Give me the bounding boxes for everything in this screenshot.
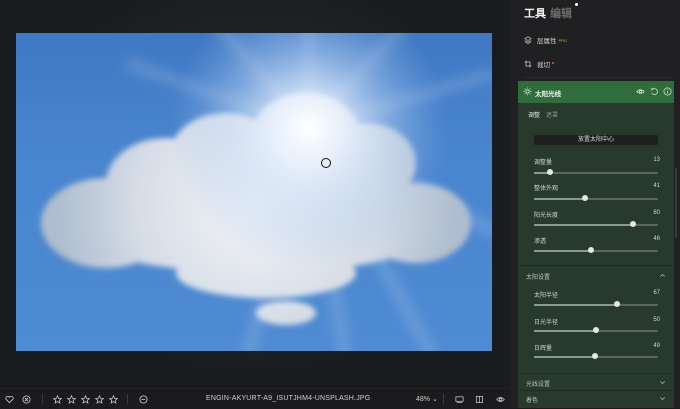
tab-tools[interactable]: 工具 — [524, 8, 546, 20]
sun-rays-effect-card: 太阳光线 调整 遮罩 放置太阳中心 调整量 13 整体外观 41 阳光长度 80 … — [518, 81, 674, 408]
effect-title: 太阳光线 — [535, 91, 561, 98]
divider — [518, 390, 674, 391]
zoom-value: 48% — [416, 396, 431, 403]
crop-icon — [524, 60, 532, 68]
panel-scrollbar[interactable] — [675, 168, 677, 238]
layer-properties-item[interactable]: 层属性 PRO — [524, 35, 567, 45]
pro-badge: PRO — [558, 37, 568, 43]
divider — [42, 394, 43, 404]
slider-glow-amount[interactable] — [534, 353, 658, 359]
minus-circle-icon[interactable] — [137, 393, 149, 405]
slider-label-overall-look: 整体外观 — [534, 186, 559, 192]
slider-value-ray-length: 80 — [653, 210, 660, 216]
layers-icon — [524, 36, 532, 44]
slider-knob[interactable] — [581, 195, 588, 201]
star-icon[interactable] — [65, 393, 77, 405]
crop-label: 裁切 — [537, 62, 550, 69]
compare-icon[interactable] — [453, 393, 465, 405]
right-panel: 工具 编辑 层属性 PRO 裁切 太阳光线 调整 遮罩 放置太阳中心 调整量 13 — [510, 0, 680, 408]
slider-knob[interactable] — [547, 169, 554, 175]
divider — [524, 77, 674, 78]
effect-sub-tabs: 调整 遮罩 — [528, 110, 558, 119]
slider-label-penetration: 渗透 — [534, 239, 547, 245]
star-icon[interactable] — [93, 393, 105, 405]
slider-amount[interactable] — [534, 169, 658, 175]
reset-icon[interactable] — [650, 87, 659, 96]
slider-overall-look[interactable] — [534, 195, 658, 201]
divider — [443, 394, 444, 404]
slider-knob[interactable] — [593, 327, 599, 333]
tab-mask[interactable]: 遮罩 — [546, 113, 558, 119]
info-icon[interactable] — [663, 87, 672, 96]
heart-icon[interactable] — [3, 393, 15, 405]
canvas-area[interactable] — [0, 0, 510, 388]
slider-knob[interactable] — [614, 301, 621, 307]
divider — [127, 394, 128, 404]
sun-center-handle[interactable] — [321, 158, 331, 168]
slider-label-glow-amount: 日辉量 — [534, 346, 553, 352]
slider-penetration[interactable] — [534, 247, 658, 253]
notification-dot — [575, 3, 578, 6]
star-icon[interactable] — [107, 393, 119, 405]
chevron-up-icon[interactable] — [659, 272, 666, 279]
slider-value-overall-look: 41 — [653, 183, 660, 189]
modified-dot — [552, 61, 554, 64]
star-icon[interactable] — [79, 393, 91, 405]
section-sun-settings[interactable]: 太阳设置 — [526, 272, 550, 281]
chevron-down-icon[interactable] — [659, 379, 666, 386]
cloud-photo — [41, 33, 492, 351]
slider-value-glow-radius: 50 — [653, 317, 660, 323]
slider-knob[interactable] — [591, 353, 598, 359]
star-icon[interactable] — [51, 393, 63, 405]
divider — [518, 265, 674, 266]
slider-value-penetration: 46 — [653, 236, 660, 242]
filename-label: ENGIN-AKYURT-A9_ISUTJHM4-UNSPLASH.JPG — [206, 395, 371, 402]
reject-icon[interactable] — [20, 393, 32, 405]
photo-preview[interactable] — [16, 33, 492, 351]
layer-properties-label: 层属性 — [537, 38, 557, 45]
crop-item[interactable]: 裁切 — [524, 59, 554, 69]
zoom-dropdown[interactable]: 48% ⌄ — [416, 395, 438, 403]
bottom-toolbar: ENGIN-AKYURT-A9_ISUTJHM4-UNSPLASH.JPG 48… — [0, 388, 518, 409]
place-sun-center-button[interactable]: 放置太阳中心 — [534, 135, 658, 145]
split-view-icon[interactable] — [473, 393, 485, 405]
slider-label-ray-length: 阳光长度 — [534, 213, 559, 219]
slider-value-glow-amount: 49 — [653, 343, 660, 349]
section-color[interactable]: 着色 — [526, 395, 538, 404]
effect-header[interactable]: 太阳光线 — [518, 81, 674, 103]
sun-icon — [523, 87, 532, 96]
tab-edit[interactable]: 编辑 — [550, 8, 572, 20]
slider-label-amount: 调整量 — [534, 160, 553, 166]
slider-value-sun-radius: 67 — [653, 290, 660, 296]
divider — [518, 373, 674, 374]
slider-knob[interactable] — [588, 247, 595, 253]
chevron-down-icon[interactable] — [659, 395, 666, 402]
slider-knob[interactable] — [630, 221, 637, 227]
slider-sun-radius[interactable] — [534, 301, 658, 307]
visibility-eye-icon[interactable] — [636, 87, 645, 96]
slider-label-glow-radius: 日光半径 — [534, 320, 559, 326]
slider-glow-radius[interactable] — [534, 327, 658, 333]
section-ray-settings[interactable]: 光线设置 — [526, 379, 550, 388]
preview-eye-icon[interactable] — [494, 393, 506, 405]
tab-adjust[interactable]: 调整 — [528, 113, 540, 119]
slider-ray-length[interactable] — [534, 221, 658, 227]
slider-value-amount: 13 — [653, 157, 660, 163]
slider-label-sun-radius: 太阳半径 — [534, 293, 559, 299]
panel-tabs: 工具 编辑 — [524, 5, 572, 21]
